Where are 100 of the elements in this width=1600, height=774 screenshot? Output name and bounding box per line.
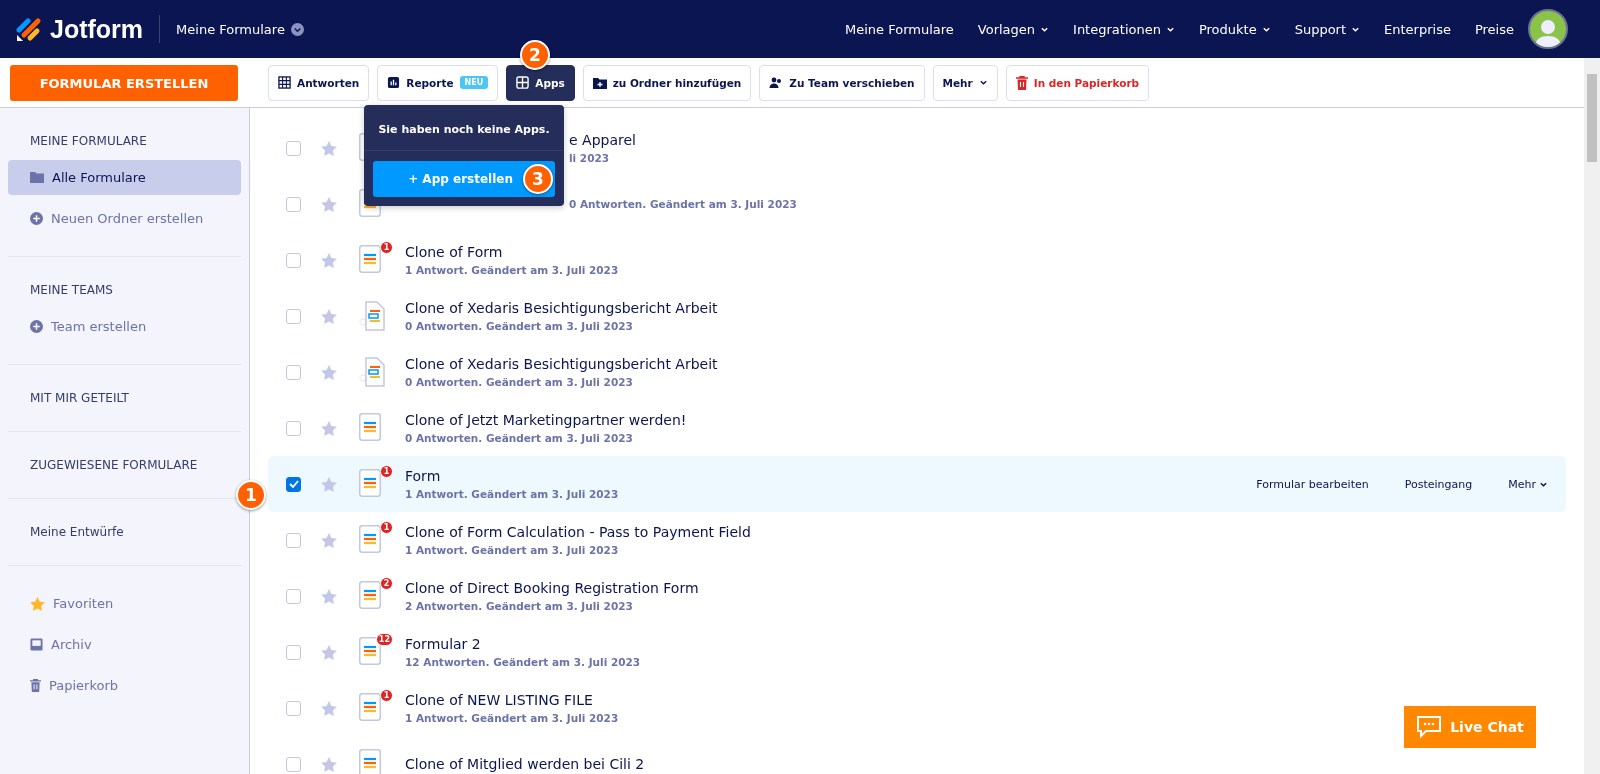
star-icon[interactable] (321, 420, 337, 436)
star-icon[interactable] (321, 588, 337, 604)
form-title[interactable]: Form (405, 468, 619, 484)
star-icon[interactable] (321, 644, 337, 660)
star-icon[interactable] (321, 140, 337, 156)
nav-link[interactable]: Integrationen (1073, 21, 1175, 37)
popover-message: Sie haben noch keine Apps. (364, 105, 564, 151)
form-title[interactable]: Clone of Jetzt Marketingpartner werden! (405, 412, 687, 428)
response-count-badge: 1 (380, 521, 393, 534)
step-number-marker: 1 (236, 480, 266, 510)
sidebar-item[interactable]: Favoriten (8, 586, 241, 621)
sidebar-heading[interactable]: ZUGEWIESENE FORMULARE (16, 452, 233, 478)
response-count-badge: 1 (380, 465, 393, 478)
nav-link[interactable]: Meine Formulare (844, 21, 954, 37)
nav-link[interactable]: Preise (1474, 21, 1514, 37)
toolbar-button[interactable]: Antworten (268, 64, 370, 101)
form-meta: 1 Antwort. Geändert am 3. Juli 2023 (405, 544, 620, 556)
star-icon[interactable] (321, 308, 337, 324)
row-checkbox[interactable] (286, 700, 301, 716)
form-title[interactable]: Clone of NEW LISTING FILE (405, 692, 619, 708)
sidebar-item[interactable]: Papierkorb (8, 668, 241, 703)
row-checkbox[interactable] (286, 252, 301, 268)
form-title[interactable]: Clone of Direct Booking Registration Form (405, 580, 699, 596)
sidebar-item[interactable]: Alle Formulare (8, 160, 241, 195)
form-meta: 0 Antworten. Geändert am 3. Juli 2023 (405, 376, 634, 388)
star-icon (30, 596, 45, 611)
form-meta: 0 Antworten. Geändert am 3. Juli 2023 (405, 320, 634, 332)
form-document-icon (359, 413, 381, 441)
row-action-link[interactable]: Formular bearbeiten (1256, 477, 1369, 491)
table-icon (278, 76, 291, 89)
star-icon[interactable] (321, 532, 337, 548)
chat-bubble-icon (1416, 715, 1443, 739)
more-dropdown-button[interactable]: Mehr (932, 64, 998, 101)
row-checkbox[interactable] (286, 476, 301, 492)
form-title[interactable]: Clone of Form Calculation - Pass to Payment Field (405, 524, 751, 540)
folder-plus-icon (592, 76, 607, 89)
star-icon[interactable] (321, 196, 337, 212)
row-action-link[interactable]: Posteingang (1404, 477, 1473, 491)
form-document-icon (359, 245, 381, 273)
form-meta: 1 Antwort. Geändert am 3. Juli 2023 (405, 712, 619, 724)
toolbar-button[interactable]: Reporte NEU (377, 64, 499, 101)
form-title[interactable]: Clone of Mitglied werden bei Cili 2 (405, 756, 645, 772)
form-document-icon (359, 637, 381, 665)
row-checkbox[interactable] (286, 196, 301, 212)
plus-circle-icon (30, 320, 43, 333)
new-badge: NEU (459, 76, 489, 89)
nav-link[interactable]: Support (1294, 21, 1361, 37)
sidebar-heading[interactable]: MIT MIR GETEILT (16, 385, 233, 411)
row-checkbox[interactable] (286, 756, 301, 772)
trash-icon (30, 679, 41, 692)
response-count-badge: 1 (380, 241, 393, 254)
toolbar-button[interactable]: Zu Team verschieben (759, 64, 925, 101)
response-count-badge: 1 (380, 689, 393, 702)
row-action-link[interactable]: Mehr (1508, 477, 1548, 491)
scrollbar-thumb[interactable] (1587, 74, 1597, 162)
toolbar-button[interactable]: In den Papierkorb (1005, 64, 1150, 101)
sidebar-item[interactable]: Team erstellen (8, 309, 241, 344)
scrollbar[interactable] (1584, 58, 1600, 774)
sidebar-item[interactable]: Neuen Ordner erstellen (8, 201, 241, 236)
folder-icon (30, 172, 44, 183)
row-checkbox[interactable] (286, 588, 301, 604)
chevron-circle-icon (290, 22, 304, 36)
form-meta: 12 Antworten. Geändert am 3. Juli 2023 (405, 656, 641, 668)
form-title[interactable]: Clone of Xedaris Besichtigungsbericht Arbeit (405, 300, 718, 316)
cloned-document-icon (359, 301, 387, 331)
bar-chart-icon (387, 76, 401, 89)
form-title[interactable]: Clone of Form (405, 244, 619, 260)
nav-link[interactable]: Produkte (1198, 21, 1271, 37)
form-title[interactable]: Clone of Xedaris Besichtigungsbericht Arbeit (405, 356, 718, 372)
form-document-icon (359, 469, 381, 497)
nav-link[interactable]: Vorlagen (977, 21, 1050, 37)
star-icon[interactable] (321, 756, 337, 772)
brand-name: Jotform (50, 14, 144, 44)
grid-icon (516, 76, 530, 89)
row-checkbox[interactable] (286, 140, 301, 156)
star-icon[interactable] (321, 364, 337, 380)
form-document-icon (359, 581, 381, 609)
response-count-badge: 2 (380, 577, 393, 590)
form-meta: 0 Antworten. Geändert am 3. Juli 2023 (405, 432, 634, 444)
row-checkbox[interactable] (286, 532, 301, 548)
toolbar-button[interactable]: zu Ordner hinzufügen (582, 64, 752, 101)
workspace-dropdown[interactable]: Meine Formulare (176, 21, 304, 37)
form-title[interactable]: e Apparel (569, 132, 636, 148)
star-icon[interactable] (321, 476, 337, 492)
row-checkbox[interactable] (286, 308, 301, 324)
row-checkbox[interactable] (286, 644, 301, 660)
star-icon[interactable] (321, 700, 337, 716)
toolbar-button[interactable]: Apps (506, 64, 575, 101)
checkmark-icon (288, 480, 299, 488)
sidebar-heading[interactable]: Meine Entwürfe (16, 519, 233, 545)
selected-form-row[interactable]: 1 Form 1 Antwort. Geändert am 3. Juli 2023 Formular bearbeiten Posteingang Mehr (268, 456, 1566, 512)
row-checkbox[interactable] (286, 420, 301, 436)
form-title[interactable]: Formular 2 (405, 636, 641, 652)
row-checkbox[interactable] (286, 364, 301, 380)
inbox-icon (30, 638, 43, 651)
sidebar-item[interactable]: Archiv (8, 627, 241, 662)
avatar[interactable] (1528, 9, 1568, 49)
nav-link[interactable]: Enterprise (1384, 21, 1451, 37)
star-icon[interactable] (321, 252, 337, 268)
cloned-document-icon (359, 357, 387, 387)
